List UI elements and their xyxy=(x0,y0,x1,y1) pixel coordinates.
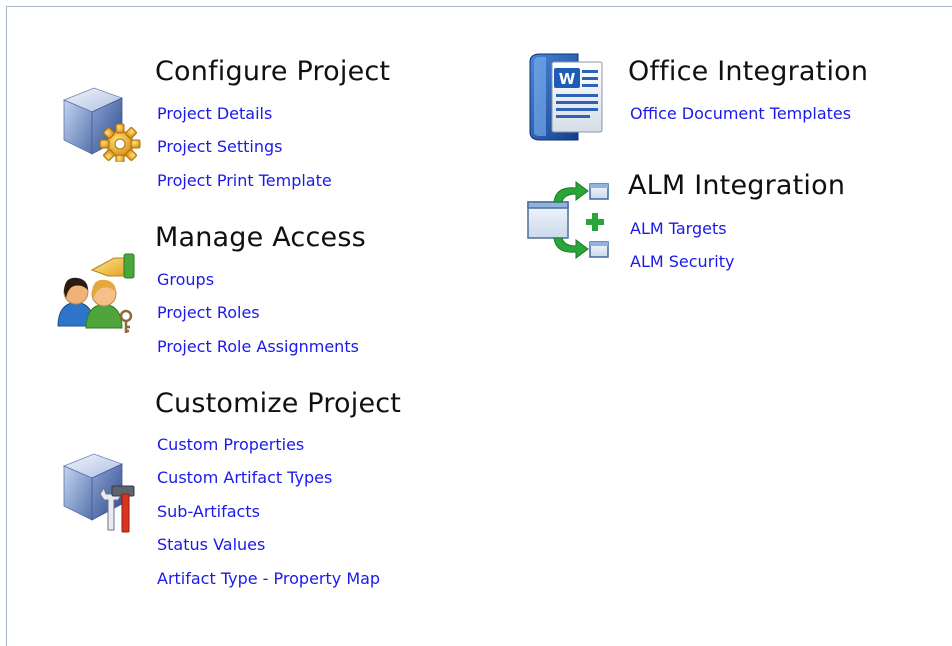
list-item: Project Settings xyxy=(157,137,332,170)
list-item: Groups xyxy=(157,270,359,303)
artifact-type-property-map-link[interactable]: Artifact Type - Property Map xyxy=(157,569,380,588)
list-item: ALM Targets xyxy=(630,219,734,252)
list-item: Status Values xyxy=(157,535,380,568)
manage-access-links: Groups Project Roles Project Role Assign… xyxy=(157,270,359,370)
office-document-templates-link[interactable]: Office Document Templates xyxy=(630,104,851,123)
project-roles-link[interactable]: Project Roles xyxy=(157,303,260,322)
configure-project-links: Project Details Project Settings Project… xyxy=(157,104,332,204)
project-print-template-link[interactable]: Project Print Template xyxy=(157,171,332,190)
list-item: Artifact Type - Property Map xyxy=(157,569,380,602)
word-document-icon: W xyxy=(529,53,603,141)
customize-project-heading: Customize Project xyxy=(155,388,402,419)
status-values-link[interactable]: Status Values xyxy=(157,535,265,554)
sync-add-icon xyxy=(527,181,609,259)
custom-artifact-types-link[interactable]: Custom Artifact Types xyxy=(157,468,332,487)
list-item: Custom Properties xyxy=(157,435,380,468)
custom-properties-link[interactable]: Custom Properties xyxy=(157,435,304,454)
alm-targets-link[interactable]: ALM Targets xyxy=(630,219,727,238)
list-item: Custom Artifact Types xyxy=(157,468,380,501)
list-item: Project Print Template xyxy=(157,171,332,204)
project-details-link[interactable]: Project Details xyxy=(157,104,272,123)
customize-project-links: Custom Properties Custom Artifact Types … xyxy=(157,435,380,602)
content-frame xyxy=(6,6,952,646)
box-gear-icon xyxy=(62,87,141,162)
sub-artifacts-link[interactable]: Sub-Artifacts xyxy=(157,502,260,521)
list-item: Project Roles xyxy=(157,303,359,336)
box-tools-icon xyxy=(62,453,135,533)
users-key-icon xyxy=(57,253,135,333)
office-integration-heading: Office Integration xyxy=(628,56,869,87)
list-item: Office Document Templates xyxy=(630,104,851,137)
list-item: ALM Security xyxy=(630,252,734,285)
office-integration-links: Office Document Templates xyxy=(630,104,851,137)
alm-security-link[interactable]: ALM Security xyxy=(630,252,734,271)
project-role-assignments-link[interactable]: Project Role Assignments xyxy=(157,337,359,356)
manage-access-heading: Manage Access xyxy=(155,222,366,253)
list-item: Sub-Artifacts xyxy=(157,502,380,535)
groups-link[interactable]: Groups xyxy=(157,270,214,289)
configure-project-heading: Configure Project xyxy=(155,56,391,87)
list-item: Project Role Assignments xyxy=(157,337,359,370)
alm-integration-links: ALM Targets ALM Security xyxy=(630,219,734,286)
alm-integration-heading: ALM Integration xyxy=(628,170,846,201)
list-item: Project Details xyxy=(157,104,332,137)
svg-text:W: W xyxy=(559,70,576,88)
project-settings-link[interactable]: Project Settings xyxy=(157,137,282,156)
